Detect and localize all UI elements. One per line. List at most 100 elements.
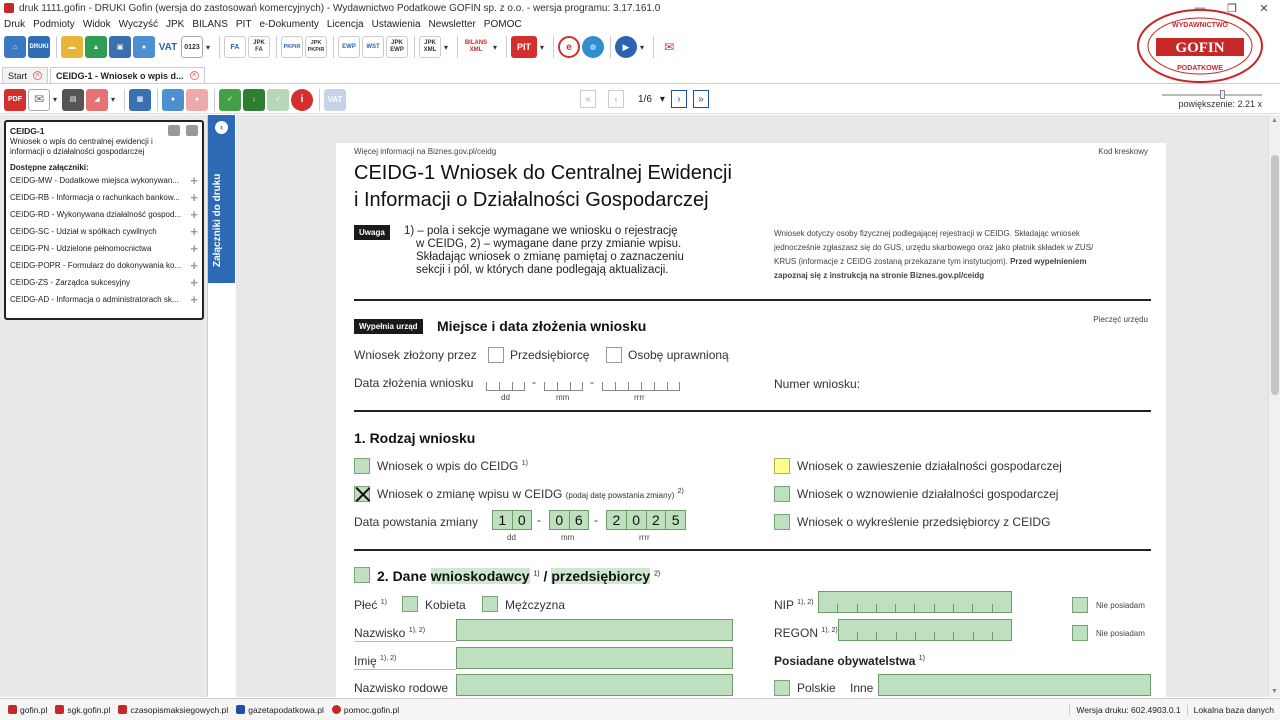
save-icon[interactable]: ▣ [109,36,131,58]
menu-newsletter[interactable]: Newsletter [425,19,480,30]
suspend-checkbox[interactable] [774,458,790,474]
plus-icon[interactable]: + [190,275,198,290]
print-icon[interactable] [168,125,180,136]
vertical-scrollbar[interactable]: ▲ ▼ [1268,115,1280,697]
page-dropdown-icon[interactable]: ▾ [660,94,665,105]
attachment-item[interactable]: CEIDG-AD - Informacja o administratorach… [10,291,198,308]
change-day-field[interactable]: 10 [492,510,532,530]
nip-check-icon[interactable]: 0123 [181,36,203,58]
last-page-button[interactable]: » [692,90,709,108]
plus-icon[interactable]: + [190,224,198,239]
close-icon[interactable]: ✕ [189,71,199,80]
link-czasopisma[interactable]: czasopismaksiegowych.pl [118,705,228,715]
no-nip-checkbox[interactable] [1072,597,1088,613]
scroll-up-icon[interactable]: ▲ [1271,117,1278,124]
plus-icon[interactable]: + [190,241,198,256]
dropdown-arrow-icon[interactable]: ▾ [490,36,500,58]
scrollbar-thumb[interactable] [1271,155,1279,395]
attachment-item[interactable]: CEIDG-PN - Udzielone pełnomocnictwa + [10,240,198,257]
male-checkbox[interactable] [482,596,498,612]
play-icon[interactable]: ▶ [615,36,637,58]
authorized-checkbox[interactable] [606,347,622,363]
eraser-icon[interactable]: ◢ [86,88,108,111]
pkpir-button[interactable]: PKPiR [281,36,303,58]
home-icon[interactable]: ⌂ [4,36,26,58]
dropdown-arrow-icon[interactable]: ▾ [203,36,213,58]
pdf-icon[interactable]: PDF [4,88,26,111]
dropdown-arrow-icon[interactable]: ▾ [441,36,451,58]
polish-checkbox[interactable] [774,680,790,696]
change-year-field[interactable]: 2025 [606,510,686,530]
link-sgk[interactable]: sgk.gofin.pl [55,705,110,715]
ewp-button[interactable]: EWP [338,36,360,58]
plus-icon[interactable]: + [190,207,198,222]
jpk-ewp-button[interactable]: JPK EWP [386,36,408,58]
submission-year-field[interactable] [602,375,680,391]
change-request-checkbox[interactable] [354,486,370,502]
section2-checkbox[interactable] [354,567,370,583]
dropdown-arrow-icon[interactable]: ▾ [108,89,118,111]
open-folder-icon[interactable]: ▬ [61,36,83,58]
users-icon[interactable]: ● [133,36,155,58]
first-page-button[interactable]: « [580,90,596,108]
link-pomoc[interactable]: pomoc.gofin.pl [331,705,399,715]
nip-input[interactable] [818,591,1012,613]
pit-button[interactable]: PIT [511,36,537,58]
dropdown-arrow-icon[interactable]: ▾ [537,36,547,58]
other-citizenship-input[interactable] [878,674,1151,696]
change-month-field[interactable]: 06 [549,510,589,530]
submission-day-field[interactable] [486,375,525,391]
druki-gofin-button[interactable]: DRUKI [28,36,50,58]
first-name-input[interactable] [456,647,733,669]
family-name-input[interactable] [456,674,733,696]
link-gazeta[interactable]: gazetapodatkowa.pl [236,705,324,715]
no-regon-checkbox[interactable] [1072,625,1088,641]
tab-start[interactable]: Start ✕ [2,67,49,83]
bilans-xml-button[interactable]: BILANS XML [462,36,490,58]
delete-checkbox[interactable] [774,514,790,530]
e-signature-icon[interactable]: e [558,36,580,58]
menu-ustawienia[interactable]: Ustawienia [368,19,425,30]
entrepreneur-checkbox[interactable] [488,347,504,363]
plus-icon[interactable]: + [190,258,198,273]
menu-widok[interactable]: Widok [79,19,115,30]
pencil-icon[interactable] [186,125,198,136]
female-checkbox[interactable] [402,596,418,612]
mail-icon[interactable]: ✉ [28,88,50,111]
remove-entity-icon[interactable]: ● [186,88,208,111]
attachment-item[interactable]: CEIDG-ZS - Zarządca sukcesyjny + [10,274,198,291]
menu-podmioty[interactable]: Podmioty [29,19,79,30]
menu-licencja[interactable]: Licencja [323,19,368,30]
attachment-item[interactable]: CEIDG-RB - Informacja o rachunkach banko… [10,189,198,206]
vat-button[interactable]: VAT [157,36,179,58]
jpk-pkpir-button[interactable]: JPK PKPiR [305,36,327,58]
submission-month-field[interactable] [544,375,583,391]
plus-icon[interactable]: + [190,173,198,188]
menu-pit[interactable]: PIT [232,19,256,30]
attachment-item[interactable]: CEIDG-POPR - Formularz do dokonywania ko… [10,257,198,274]
plus-icon[interactable]: + [190,292,198,307]
tab-ceidg[interactable]: CEIDG-1 - Wniosek o wpis d... ✕ [50,67,205,83]
validate-icon[interactable]: ✓ [219,88,241,111]
globe-icon[interactable]: ◍ [582,36,604,58]
entry-request-checkbox[interactable] [354,458,370,474]
fa-button[interactable]: FA [224,36,246,58]
google-drive-icon[interactable]: ▲ [85,36,107,58]
attachment-item[interactable]: CEIDG-RD - Wykonywana działalność gospod… [10,206,198,223]
resume-checkbox[interactable] [774,486,790,502]
check-icon[interactable]: ✓ [267,88,289,111]
menu-e-dokumenty[interactable]: e-Dokumenty [255,19,322,30]
next-page-button[interactable]: › [670,90,687,108]
attachment-item[interactable]: CEIDG-MW - Dodatkowe miejsca wykonywan..… [10,172,198,189]
insert-entity-icon[interactable]: ● [162,88,184,111]
attachment-item[interactable]: CEIDG-SC - Udział w spółkach cywilnych + [10,223,198,240]
regon-input[interactable] [838,619,1012,641]
zoom-slider-knob[interactable] [1220,90,1225,99]
print-icon[interactable]: ▤ [62,88,84,111]
jpk-fa-button[interactable]: JPK FA [248,36,270,58]
menu-wyczysc[interactable]: Wyczyść [115,19,162,30]
zoom-slider[interactable] [1162,90,1262,99]
menu-druk[interactable]: Druk [0,19,29,30]
info-link[interactable]: Więcej informacji na Biznes.gov.pl/ceidg [354,147,496,156]
menu-pomoc[interactable]: POMOC [480,19,526,30]
